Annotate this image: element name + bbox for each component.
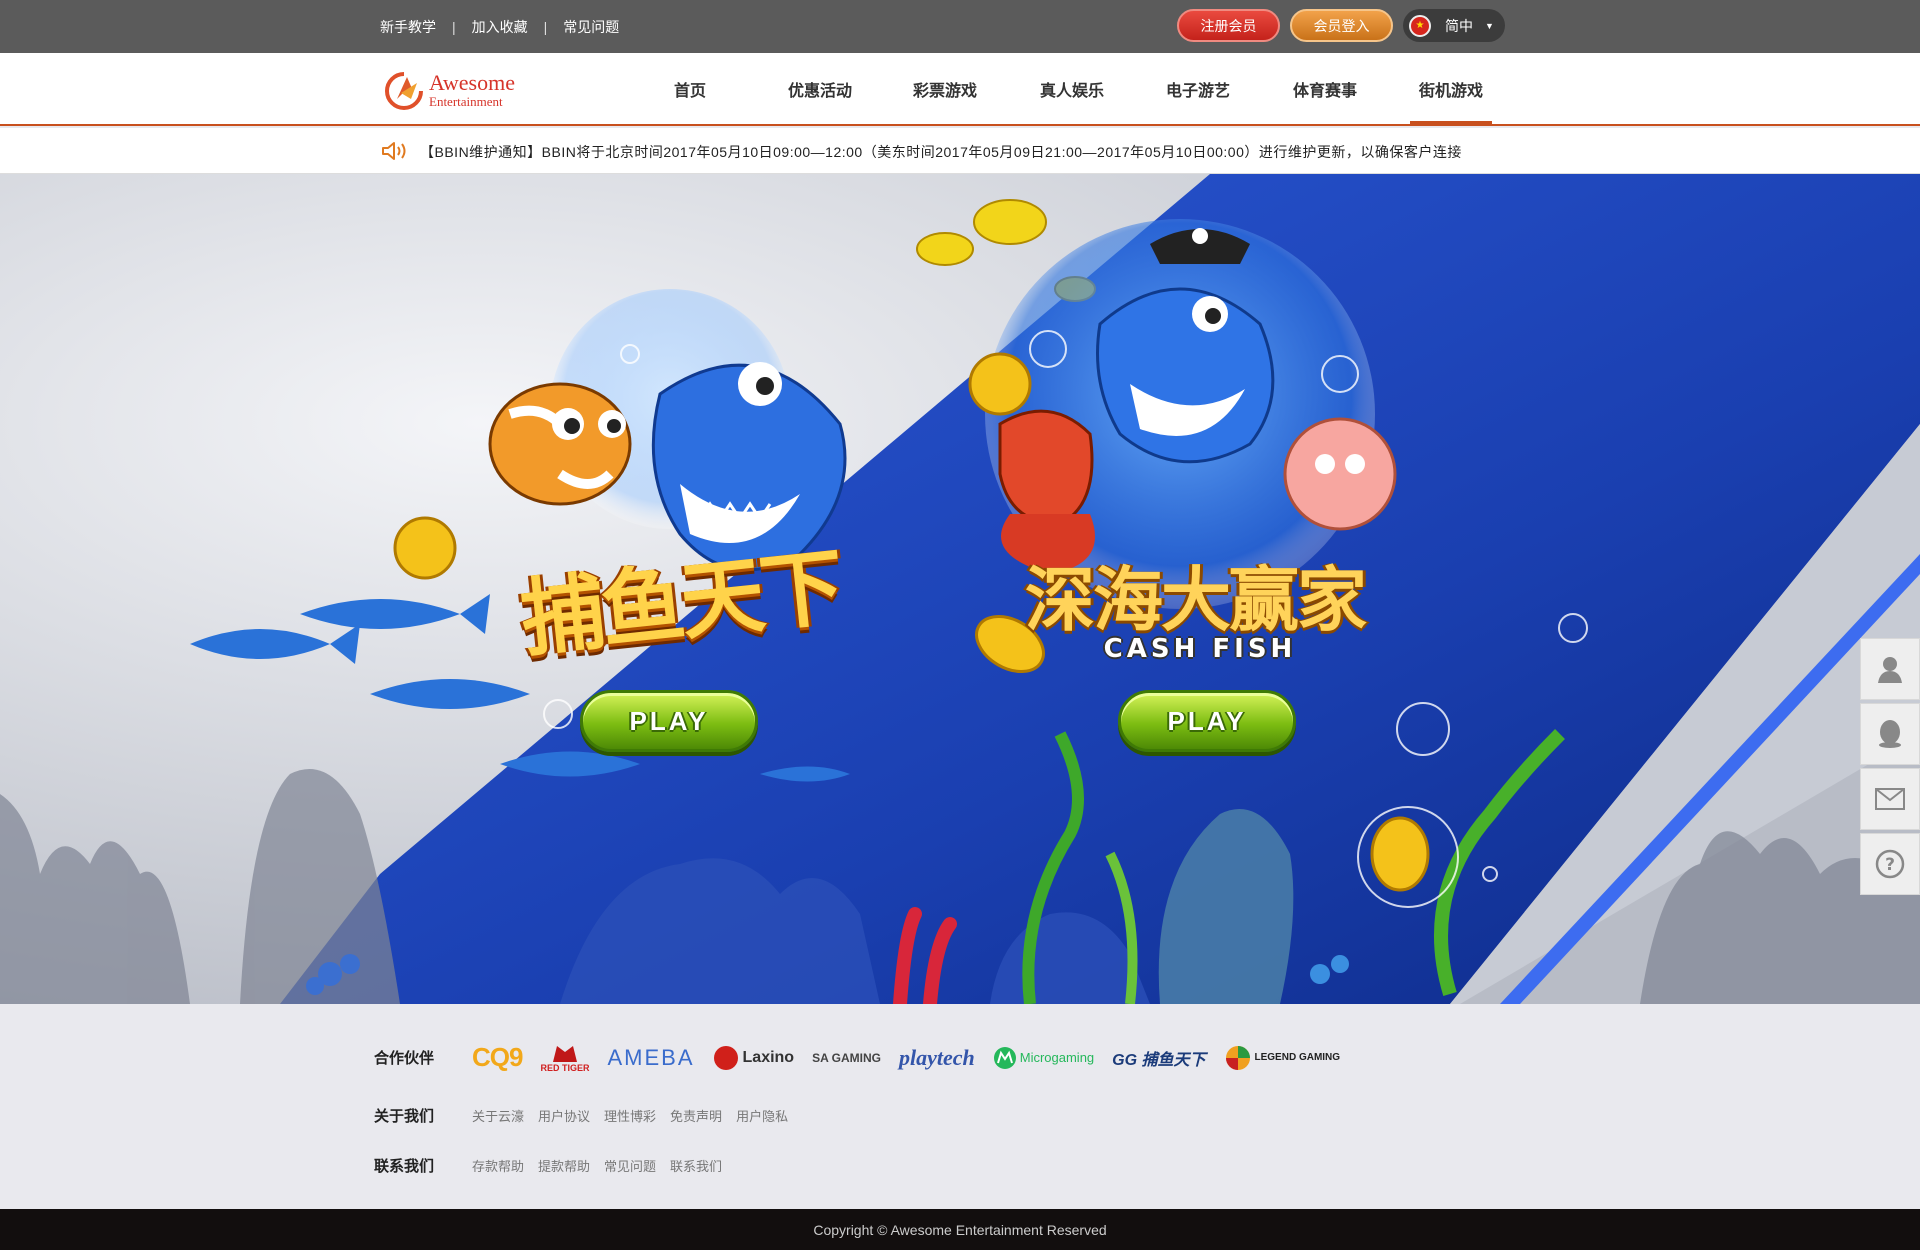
main-navigation: Awesome Entertainment 首页 优惠活动 彩票游戏 真人娱乐 … bbox=[0, 53, 1920, 126]
side-float-toolbar: ? bbox=[1860, 638, 1920, 898]
top-link-bookmark[interactable]: 加入收藏 bbox=[472, 17, 528, 37]
game-title-right: 深海大赢家 bbox=[1025, 558, 1367, 641]
partners-label: 合作伙伴 bbox=[374, 1050, 435, 1067]
partner-logo-ameba: AMEBA bbox=[607, 1044, 695, 1070]
hero-background-art bbox=[0, 174, 1920, 1004]
footer-link-withdraw-help[interactable]: 提款帮助 bbox=[538, 1156, 590, 1175]
partner-logo-redtiger: RED TIGER bbox=[540, 1042, 589, 1073]
nav-item-live-casino[interactable]: 真人娱乐 bbox=[1032, 53, 1112, 124]
login-button[interactable]: 会员登入 bbox=[1290, 9, 1393, 42]
logo-mark-icon bbox=[383, 69, 425, 111]
partner-logo-microgaming: Microgaming bbox=[993, 1046, 1094, 1070]
partner-redtiger-text: RED TIGER bbox=[540, 1063, 590, 1073]
partner-microgaming-text: Microgaming bbox=[1019, 1050, 1095, 1065]
nav-item-lottery[interactable]: 彩票游戏 bbox=[905, 53, 985, 124]
chevron-down-icon: ▼ bbox=[1485, 20, 1494, 31]
about-label: 关于我们 bbox=[374, 1108, 435, 1125]
top-link-faq[interactable]: 常见问题 bbox=[563, 17, 619, 37]
separator: | bbox=[452, 18, 456, 35]
hero-banner: 捕鱼天下 深海大赢家 CASH FISH PLAY PLAY bbox=[0, 174, 1920, 1004]
contact-row: 联系我们 存款帮助 提款帮助 常见问题 联系我们 bbox=[374, 1155, 736, 1176]
language-selector[interactable]: ★ 简中 ▼ bbox=[1403, 9, 1505, 42]
play-button-left[interactable]: PLAY bbox=[580, 690, 758, 752]
footer-link-privacy[interactable]: 用户隐私 bbox=[736, 1106, 788, 1125]
footer-link-deposit-help[interactable]: 存款帮助 bbox=[472, 1156, 524, 1175]
partner-logo-cq9: CQ9 bbox=[472, 1042, 523, 1072]
notice-bar: 【BBIN维护通知】BBIN将于北京时间2017年05月10日09:00—12:… bbox=[0, 128, 1920, 174]
mail-icon[interactable] bbox=[1860, 768, 1920, 830]
partner-logo-laxino: Laxino bbox=[713, 1045, 795, 1071]
svg-text:?: ? bbox=[1885, 855, 1895, 875]
partner-laxino-text: Laxino bbox=[742, 1048, 795, 1066]
speaker-icon bbox=[381, 140, 409, 162]
play-button-right[interactable]: PLAY bbox=[1118, 690, 1296, 752]
china-flag-icon: ★ bbox=[1409, 14, 1431, 37]
nav-item-home[interactable]: 首页 bbox=[660, 53, 720, 124]
about-row: 关于我们 关于云濠 用户协议 理性博彩 免责声明 用户隐私 bbox=[374, 1105, 802, 1126]
nav-item-sports[interactable]: 体育赛事 bbox=[1285, 53, 1365, 124]
logo-title: Awesome bbox=[429, 70, 515, 95]
footer-link-disclaimer[interactable]: 免责声明 bbox=[670, 1106, 722, 1125]
nav-item-slots[interactable]: 电子游艺 bbox=[1158, 53, 1238, 124]
site-logo[interactable]: Awesome Entertainment bbox=[383, 69, 515, 111]
language-label: 简中 bbox=[1445, 17, 1473, 34]
footer: 合作伙伴 CQ9 RED TIGER AMEBA Laxino SA GAMIN… bbox=[0, 1004, 1920, 1209]
partners-row: 合作伙伴 CQ9 RED TIGER AMEBA Laxino SA GAMIN… bbox=[374, 1042, 1358, 1073]
copyright-bar: Copyright © Awesome Entertainment Reserv… bbox=[0, 1209, 1920, 1250]
partner-logo-gg: GG 捕鱼天下 bbox=[1112, 1051, 1206, 1069]
contact-label: 联系我们 bbox=[374, 1158, 435, 1175]
partner-logo-playtech: playtech bbox=[898, 1044, 975, 1070]
game-subtitle-right: CASH FISH bbox=[1103, 634, 1297, 664]
top-links: 新手教学 | 加入收藏 | 常见问题 bbox=[380, 0, 619, 53]
logo-subtitle: Entertainment bbox=[429, 94, 503, 109]
notice-text: 【BBIN维护通知】BBIN将于北京时间2017年05月10日09:00—12:… bbox=[420, 144, 1462, 160]
top-utility-bar: 新手教学 | 加入收藏 | 常见问题 注册会员 会员登入 ★ 简中 ▼ bbox=[0, 0, 1920, 53]
partner-logo-legend-gaming: LEGEND GAMING bbox=[1224, 1044, 1341, 1072]
top-link-tutorial[interactable]: 新手教学 bbox=[380, 17, 436, 37]
partner-legend-text: LEGEND GAMING bbox=[1254, 1052, 1341, 1063]
footer-link-faq[interactable]: 常见问题 bbox=[604, 1156, 656, 1175]
footer-link-responsible-gaming[interactable]: 理性博彩 bbox=[604, 1106, 656, 1125]
help-icon[interactable]: ? bbox=[1860, 833, 1920, 895]
separator: | bbox=[543, 18, 548, 35]
footer-link-about[interactable]: 关于云濠 bbox=[472, 1106, 524, 1125]
nav-item-arcade[interactable]: 街机游戏 bbox=[1410, 53, 1492, 125]
nav-item-promotions[interactable]: 优惠活动 bbox=[780, 53, 860, 124]
footer-link-contact[interactable]: 联系我们 bbox=[670, 1156, 722, 1175]
customer-service-icon[interactable] bbox=[1860, 638, 1920, 700]
partner-logo-sa-gaming: SA GAMING bbox=[812, 1050, 881, 1065]
footer-link-terms[interactable]: 用户协议 bbox=[538, 1106, 590, 1125]
register-button[interactable]: 注册会员 bbox=[1177, 9, 1280, 42]
qq-icon[interactable] bbox=[1860, 703, 1920, 765]
